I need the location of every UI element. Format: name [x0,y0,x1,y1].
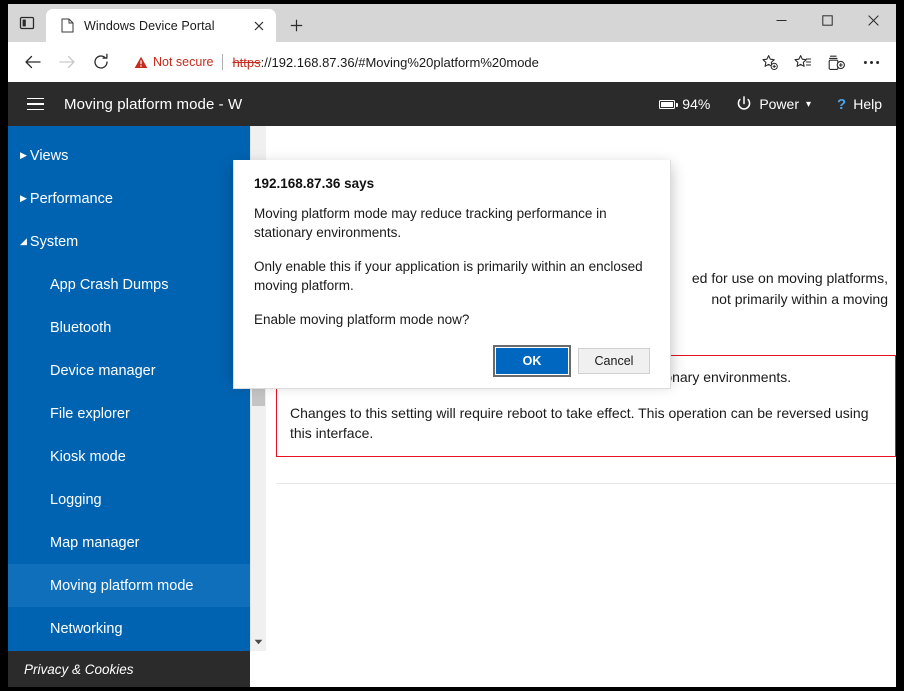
tab-list-icon[interactable] [8,4,46,42]
security-label: Not secure [153,55,214,69]
chevron-down-icon: ▾ [806,98,812,110]
url-text: https://192.168.87.36/#Moving%20platform… [232,55,538,70]
collections-icon[interactable] [820,45,854,79]
cancel-button[interactable]: Cancel [578,348,650,374]
maximize-icon[interactable] [804,4,850,36]
sidebar-item-file-explorer[interactable]: File explorer [8,392,250,435]
url-input[interactable]: Not secure https://192.168.87.36/#Moving… [124,48,746,76]
sidebar-item-label: Kiosk mode [50,448,126,465]
sidebar-item-bluetooth[interactable]: Bluetooth [8,306,250,349]
sidebar-group-performance[interactable]: ▶ Performance [8,177,250,220]
favorites-list-icon[interactable] [786,45,820,79]
sidebar-item-label: Device manager [50,362,156,379]
address-bar-actions [752,45,888,79]
chevron-down-icon[interactable] [251,633,266,651]
sidebar-group-views[interactable]: ▶ Views [8,134,250,177]
tab-title: Windows Device Portal [84,18,215,33]
add-favorite-icon[interactable] [752,45,786,79]
url-scheme: https [232,54,261,70]
sidebar-scroll-area: ▶ Views ▶ Performance ◢ System App Crash… [8,126,250,651]
warning-text: Changes to this setting will require reb… [290,405,869,441]
forward-arrow-icon[interactable] [50,45,84,79]
chevron-right-icon: ▶ [20,150,27,160]
minimize-icon[interactable] [758,4,804,36]
back-arrow-icon[interactable] [16,45,50,79]
sidebar-item-device-manager[interactable]: Device manager [8,349,250,392]
sidebar-group-label: System [29,233,79,250]
sidebar-item-label: Moving platform mode [50,577,194,594]
sidebar-item-map-manager[interactable]: Map manager [8,521,250,564]
hamburger-icon[interactable] [18,87,52,121]
device-portal-command-bar: Moving platform mode - W 94% Power ▾ ? H… [8,82,896,126]
window-controls [758,4,896,36]
address-bar: Not secure https://192.168.87.36/#Moving… [8,42,896,82]
sidebar-item-label: Networking [50,620,123,637]
new-tab-button[interactable] [281,10,311,40]
battery-status: 94% [659,96,710,112]
help-label: Help [853,96,882,112]
dialog-title: 192.168.87.36 says [254,176,375,191]
close-icon[interactable] [850,4,896,36]
help-button[interactable]: ? Help [837,96,882,113]
sidebar-group-label: Views [29,147,69,164]
sidebar-item-kiosk-mode[interactable]: Kiosk mode [8,435,250,478]
close-icon[interactable] [248,15,270,37]
sidebar-item-label: Logging [50,491,102,508]
ellipsis-icon[interactable] [854,45,888,79]
warning-triangle-icon [134,56,148,69]
battery-icon [659,99,678,109]
sidebar-item-logging[interactable]: Logging [8,478,250,521]
omnibox-divider [222,54,224,70]
power-label: Power [759,96,799,112]
screenshot-root: Windows Device Portal Not secure https:/… [0,0,904,691]
chevron-right-icon: ▶ [20,193,27,203]
command-bar-actions: 94% Power ▾ ? Help [659,96,882,113]
url-rest: ://192.168.87.36/#Moving%20platform%20mo… [260,54,539,70]
page-viewport: Moving platform mode - W 94% Power ▾ ? H… [8,82,896,687]
sidebar-item-label: File explorer [50,405,130,422]
page-icon [58,17,76,35]
privacy-cookies-link[interactable]: Privacy & Cookies [8,651,250,687]
security-status[interactable]: Not secure [134,55,213,69]
ok-button[interactable]: OK [493,345,571,377]
power-icon [736,96,752,112]
dialog-paragraph: Enable moving platform mode now? [254,312,470,327]
sidebar-item-networking[interactable]: Networking [8,607,250,650]
sidebar-item-label: Bluetooth [50,319,112,336]
content-divider [276,483,896,484]
sidebar-item-label: App Crash Dumps [50,276,169,293]
reload-icon[interactable] [84,45,118,79]
sidebar-group-system[interactable]: ◢ System [8,220,250,263]
chevron-down-icon: ◢ [20,236,27,246]
dialog-paragraph: Moving platform mode may reduce tracking… [254,206,607,240]
browser-tab[interactable]: Windows Device Portal [46,9,276,42]
privacy-cookies-label: Privacy & Cookies [24,661,134,677]
sidebar-group-label: Performance [29,190,113,207]
dialog-paragraph: Only enable this if your application is … [254,259,643,293]
sidebar-item-moving-platform-mode[interactable]: Moving platform mode [8,564,250,607]
sidebar-item-app-crash-dumps[interactable]: App Crash Dumps [8,263,250,306]
dialog-buttons: OK Cancel [254,345,650,377]
browser-window: Windows Device Portal Not secure https:/… [8,4,896,687]
power-menu-button[interactable]: Power ▾ [736,96,811,112]
question-mark-icon: ? [837,95,847,113]
sidebar: ▶ Views ▶ Performance ◢ System App Crash… [8,126,250,687]
page-title: Moving platform mode - W [64,95,243,113]
battery-level: 94% [682,96,711,112]
sidebar-item-label: Map manager [50,534,140,551]
tab-strip: Windows Device Portal [8,4,896,42]
javascript-confirm-dialog: 192.168.87.36 says Moving platform mode … [233,160,671,389]
